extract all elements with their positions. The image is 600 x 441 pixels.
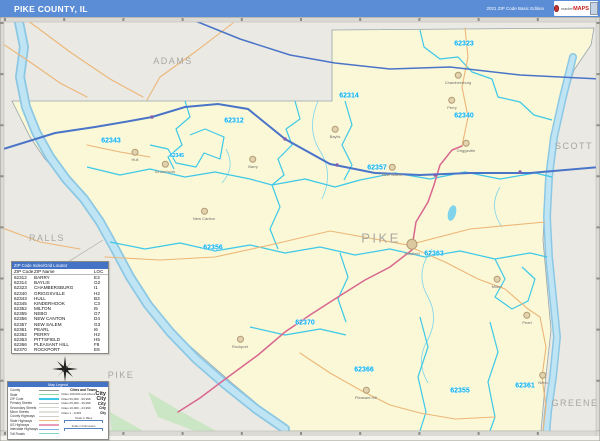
legend-line-swatch: [39, 398, 60, 400]
legend-cities-section: Cities and Towns Cities 100,000 and Abov…: [59, 388, 106, 436]
legend-city-item: Cities 1 - 9,999 City: [61, 410, 106, 415]
logo-side-block: [590, 2, 598, 15]
legend-item-label: Toll Roads: [10, 431, 25, 436]
legend-body: County State ZIP Code Primary Streets Second…: [8, 387, 108, 437]
legend-city-label: Cities 10,000 - 24,999: [61, 406, 91, 411]
legend-city-items: Cities 100,000 and Above City Cities 50,00…: [61, 391, 106, 415]
zip-index-table: ZIP Code Index/Grid Locator ZIP Code ZIP…: [11, 261, 109, 354]
legend-line-swatch: [39, 415, 60, 417]
legend-city-sample: City: [98, 406, 106, 411]
zip-table-rows: 62312 BARRY E3 62314 BAYLIS G2 62323 CHAMBERSBU…: [12, 275, 108, 352]
legend-line-swatch: [39, 428, 60, 430]
legend-line-swatch: [39, 424, 60, 426]
scale-bar-kilometers: Scale in Kilometers: [61, 424, 106, 432]
legend-line-swatch: [39, 406, 60, 409]
table-row: 62370 ROCKPORT E8: [12, 347, 108, 352]
legend-city-item: Cities 10,000 - 24,999 City: [61, 406, 106, 411]
legend-line-swatch: [39, 419, 60, 422]
legend-city-item: Cities 25,000 - 49,999 City: [61, 401, 106, 406]
cell-zip-name: ROCKPORT: [34, 347, 60, 353]
legend-line-swatch: [39, 393, 60, 396]
legend-city-label: Cities 25,000 - 49,999: [61, 401, 91, 406]
zip-table-title: ZIP Code Index/Grid Locator: [12, 262, 108, 269]
scale-bar-miles: Scale in Miles: [61, 416, 106, 424]
legend-item: Toll Roads: [10, 431, 60, 436]
legend-city-label: Cities 50,000 - 99,999: [61, 396, 91, 401]
legend-city-label: Cities 1 - 9,999: [61, 410, 82, 415]
compass-rose-icon: [52, 356, 78, 382]
legend-city-label: Cities 100,000 and Above: [61, 392, 96, 397]
logo-text: market: [560, 6, 573, 11]
edition-label: 2021 ZIP Code Basic Edition: [486, 6, 544, 11]
legend-line-swatch: [39, 411, 60, 413]
legend-city-sample: City: [99, 410, 106, 415]
floodplain-areas: [110, 392, 246, 436]
col-zip-code: ZIP Code: [14, 269, 34, 274]
legend-line-swatch: [39, 389, 60, 391]
legend-line-swatch: [39, 432, 60, 435]
map-art: [0, 17, 600, 441]
logo-globe-icon: [554, 5, 560, 12]
logo-text-maps: MAPS: [573, 5, 589, 12]
col-loc: LOC: [94, 269, 104, 274]
publisher-logo: market MAPS: [554, 1, 598, 16]
col-zip-name: ZIP Name: [34, 269, 55, 274]
map-legend: Map Legend County State ZIP Code Primary St…: [7, 381, 109, 440]
cell-loc: E8: [94, 347, 100, 353]
county-title: PIKE COUNTY, IL: [14, 3, 88, 14]
legend-line-items: County State ZIP Code Primary Streets Second…: [10, 388, 60, 436]
cell-zip-code: 62370: [14, 347, 27, 353]
title-bar: PIKE COUNTY, IL 2021 ZIP Code Basic Edit…: [0, 0, 600, 17]
legend-line-swatch: [39, 402, 60, 404]
zip-code-map-page: PIKE COUNTY, IL 2021 ZIP Code Basic Edit…: [0, 0, 600, 441]
map-canvas: [0, 17, 600, 441]
